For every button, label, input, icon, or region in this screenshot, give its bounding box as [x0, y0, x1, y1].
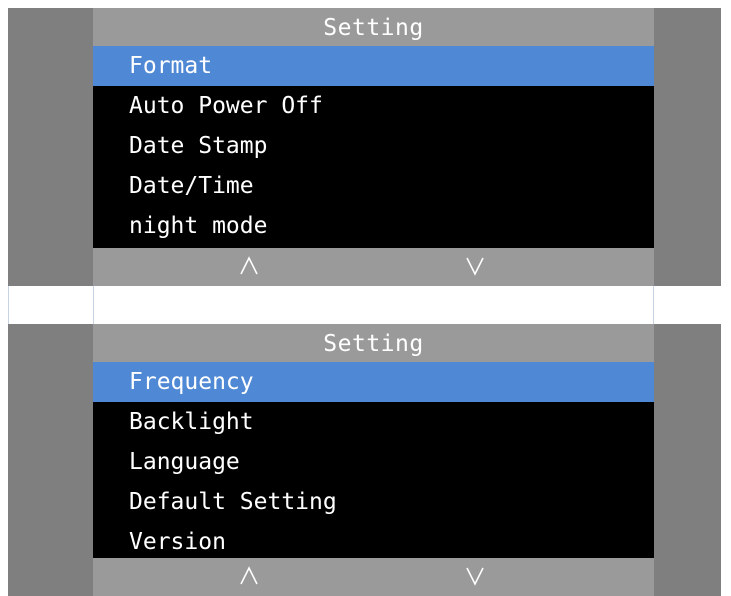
- settings-menu-panel: Setting Frequency Backlight Language Def…: [93, 324, 654, 596]
- settings-title: Setting: [93, 324, 654, 362]
- divider: [8, 286, 9, 324]
- settings-menu-panel: Setting Format Auto Power Off Date Stamp…: [93, 8, 654, 286]
- settings-title: Setting: [93, 8, 654, 46]
- menu-item-date-time[interactable]: Date/Time: [93, 166, 654, 206]
- menu-item-backlight[interactable]: Backlight: [93, 402, 654, 442]
- settings-screen-2: Setting Frequency Backlight Language Def…: [8, 324, 721, 596]
- navigation-bar: [93, 248, 654, 286]
- chevron-up-icon[interactable]: [237, 254, 261, 278]
- menu-item-auto-power-off[interactable]: Auto Power Off: [93, 86, 654, 126]
- chevron-down-icon[interactable]: [463, 564, 487, 588]
- menu-item-default-setting[interactable]: Default Setting: [93, 482, 654, 522]
- divider: [653, 286, 654, 324]
- menu-item-version[interactable]: Version: [93, 522, 654, 562]
- divider: [93, 286, 94, 324]
- settings-screen-1: Setting Format Auto Power Off Date Stamp…: [8, 8, 721, 286]
- navigation-bar: [93, 558, 654, 596]
- chevron-down-icon[interactable]: [463, 254, 487, 278]
- menu-item-frequency[interactable]: Frequency: [93, 362, 654, 402]
- menu-item-date-stamp[interactable]: Date Stamp: [93, 126, 654, 166]
- menu-item-language[interactable]: Language: [93, 442, 654, 482]
- chevron-up-icon[interactable]: [237, 564, 261, 588]
- menu-item-night-mode[interactable]: night mode: [93, 206, 654, 246]
- menu-item-format[interactable]: Format: [93, 46, 654, 86]
